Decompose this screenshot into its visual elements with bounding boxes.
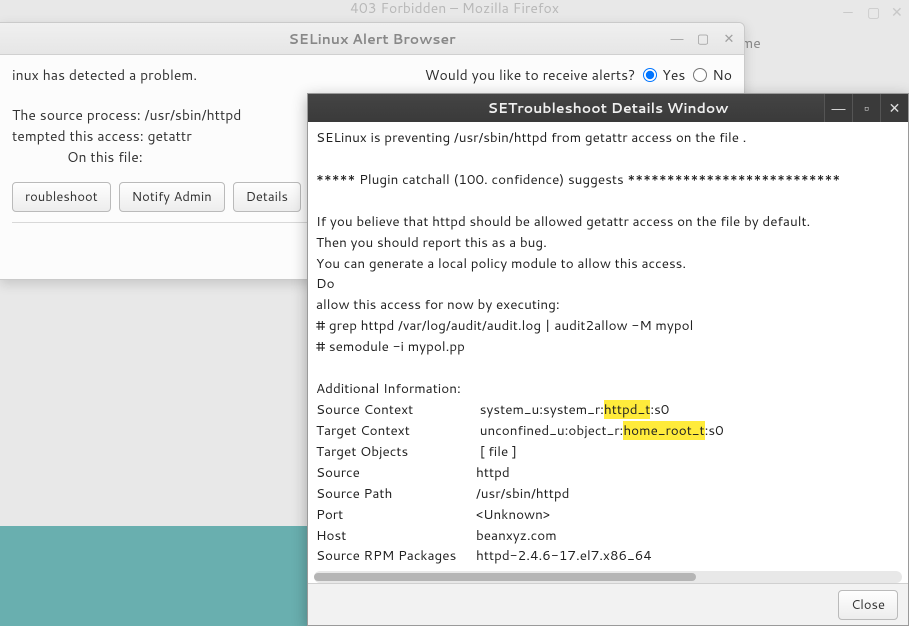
bg-maximize-icon: ▢ (867, 4, 877, 14)
alert-close-button[interactable]: ✕ (722, 32, 736, 46)
radio-yes-label: Yes (662, 65, 685, 85)
bg-minimize-icon: — (843, 4, 853, 14)
horizontal-scrollbar[interactable] (314, 571, 902, 583)
scrollbar-thumb[interactable] (314, 573, 696, 581)
alert-titlebar[interactable]: SELinux Alert Browser — ▢ ✕ (0, 23, 744, 55)
radio-yes-input[interactable] (643, 68, 657, 82)
source-context-highlight: httpd_t (604, 400, 650, 419)
target-context-highlight: home_root_t (623, 421, 704, 440)
details-content: SELinux is preventing /usr/sbin/httpd fr… (308, 122, 908, 583)
radio-no-label: No (712, 65, 732, 85)
notify-admin-button[interactable]: Notify Admin (119, 182, 225, 212)
firefox-title: 403 Forbidden – Mozilla Firefox — ▢ ✕ (0, 0, 909, 22)
bg-close-icon: ✕ (891, 4, 901, 14)
details-title: SETroubleshoot Details Window (488, 98, 729, 118)
details-close-button[interactable]: ✕ (880, 94, 908, 122)
alert-maximize-button[interactable]: ▢ (696, 32, 710, 46)
receive-alerts-label: Would you like to receive alerts? (425, 65, 636, 85)
alert-title: SELinux Alert Browser (288, 29, 455, 49)
details-maximize-button[interactable]: ▫ (852, 94, 880, 122)
close-button[interactable]: Close (838, 590, 898, 620)
alert-detected-text: inux has detected a problem. (12, 65, 197, 85)
details-text: SELinux is preventing /usr/sbin/httpd fr… (308, 122, 908, 573)
details-button[interactable]: Details (233, 182, 301, 212)
details-titlebar[interactable]: SETroubleshoot Details Window — ▫ ✕ (308, 94, 908, 122)
alert-minimize-button[interactable]: — (670, 32, 684, 46)
setroubleshoot-details-window: SETroubleshoot Details Window — ▫ ✕ SELi… (307, 93, 909, 626)
radio-yes[interactable]: Yes (643, 65, 685, 85)
radio-no-input[interactable] (693, 68, 707, 82)
troubleshoot-button[interactable]: roubleshoot (12, 182, 111, 212)
radio-no[interactable]: No (693, 65, 732, 85)
details-minimize-button[interactable]: — (824, 94, 852, 122)
